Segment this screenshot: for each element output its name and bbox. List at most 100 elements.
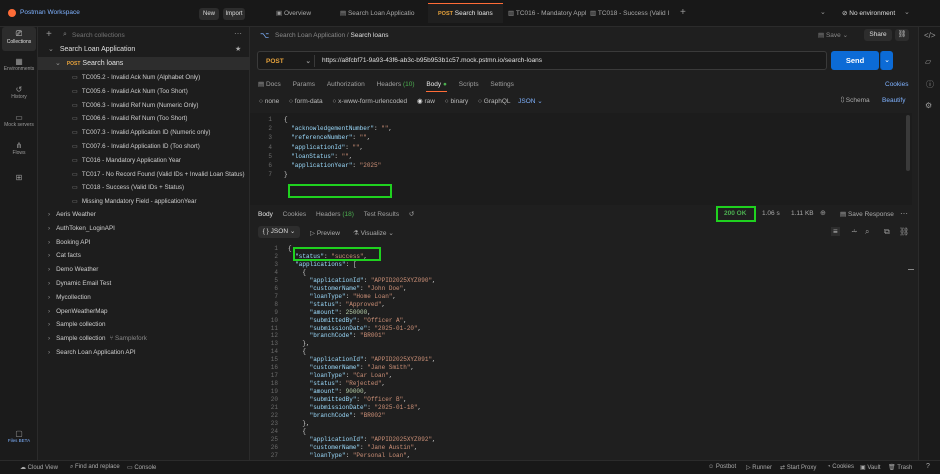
find-replace-button[interactable]: ⌕ Find and replace xyxy=(70,464,120,471)
rail-files[interactable]: ▢ Files BETA xyxy=(0,429,38,443)
add-collection-icon[interactable]: + xyxy=(46,29,52,40)
sidebar-collection[interactable]: › AuthToken_LoginAPI xyxy=(48,222,115,235)
filter-icon[interactable]: ⩪ xyxy=(851,227,858,236)
radio-none[interactable]: ○ none xyxy=(259,98,279,105)
trash-button[interactable]: 🗑 Trash xyxy=(888,464,912,471)
schema-toggle[interactable]: ⩇ Schema xyxy=(841,97,870,105)
sidebar-collection[interactable]: › Demo Weather xyxy=(48,263,98,276)
tab-tc018[interactable]: ▥ TC018 - Success (Valid I xyxy=(590,5,669,22)
help-icon[interactable]: ? xyxy=(926,463,930,470)
sidebar-collection[interactable]: › OpenWeatherMap xyxy=(48,305,107,318)
wrap-icon[interactable]: ≡ xyxy=(831,227,840,236)
sidebar-collection[interactable]: › Booking API xyxy=(48,236,90,249)
sidebar-request-item[interactable]: ▭ TC006.3 - Invalid Ref Num (Numeric Only… xyxy=(72,99,198,112)
radio-urlencoded[interactable]: ○ x-www-form-urlencoded xyxy=(332,98,407,105)
rail-history[interactable]: ↺ History xyxy=(0,85,38,100)
response-scrollbar[interactable] xyxy=(908,269,914,270)
link-icon[interactable]: ⛓ xyxy=(899,227,909,236)
tab-settings[interactable]: Settings xyxy=(490,81,514,88)
method-select[interactable]: POST ⌄ xyxy=(266,57,311,65)
tab-body[interactable]: Body ● xyxy=(426,81,447,92)
sidebar-collection[interactable]: › Search Loan Application API xyxy=(48,346,136,359)
rail-flows[interactable]: ⋔ Flows xyxy=(0,141,38,156)
console-button[interactable]: ▭ Console xyxy=(127,464,156,471)
chevron-down-icon[interactable]: ⌄ xyxy=(904,8,910,16)
rail-mock-servers[interactable]: ▭ Mock servers xyxy=(0,113,38,128)
info-icon[interactable]: ⓘ xyxy=(926,79,934,90)
response-body[interactable]: 1{2 "status": "success", 3 "applications"… xyxy=(250,243,910,460)
response-tab-body[interactable]: Body xyxy=(258,211,273,218)
tab-search-loans[interactable]: POST Search loans xyxy=(428,3,503,23)
save-button[interactable]: ▤ Save ⌄ xyxy=(818,31,848,39)
sidebar-collection[interactable]: › Mycollection xyxy=(48,291,91,304)
tab-docs[interactable]: ▤ Docs xyxy=(258,81,281,88)
sidebar-collection[interactable]: › Sample collection ⑂ Samplefork xyxy=(48,332,147,345)
radio-form-data[interactable]: ○ form-data xyxy=(289,98,323,105)
body-format-select[interactable]: JSON ⌄ xyxy=(518,98,543,105)
vault-button[interactable]: ▣ Vault xyxy=(860,464,881,471)
send-button[interactable]: Send xyxy=(831,51,879,70)
rail-collections[interactable]: ⎚ Collections xyxy=(2,27,36,51)
response-tab-headers[interactable]: Headers (18) xyxy=(316,211,354,218)
tab-headers[interactable]: Headers (10) xyxy=(377,81,415,88)
visualize-button[interactable]: ⚗ Visualize ⌄ xyxy=(353,229,394,237)
settings-icon[interactable]: ⚙ xyxy=(925,101,932,110)
search-icon[interactable]: ⌕ xyxy=(865,227,869,237)
breadcrumb-parent[interactable]: Search Loan Application xyxy=(275,32,345,39)
more-options-icon[interactable]: ⋯ xyxy=(900,209,908,218)
tab-params[interactable]: Params xyxy=(293,81,315,88)
star-icon[interactable]: ★ xyxy=(235,43,241,56)
workspace-name[interactable]: Postman Workspace xyxy=(20,9,80,16)
response-format-select[interactable]: { } JSON ⌄ xyxy=(258,226,300,238)
chevron-down-icon[interactable]: ⌄ xyxy=(820,8,826,16)
start-proxy-button[interactable]: ⇄ Start Proxy xyxy=(780,464,816,471)
sidebar-request-item[interactable]: ▭ TC016 - Mandatory Application Year xyxy=(72,154,181,167)
url-input[interactable]: https://a8fcbf71-9a93-43f6-ab3c-b95b953b… xyxy=(322,57,542,64)
new-button[interactable]: New xyxy=(199,8,219,20)
response-tab-cookies[interactable]: Cookies xyxy=(283,211,306,218)
tab-scripts[interactable]: Scripts xyxy=(459,81,479,88)
sidebar-collection[interactable]: › Cat facts xyxy=(48,249,81,262)
sidebar-collection[interactable]: › Dynamic Email Test xyxy=(48,277,111,290)
rail-configure[interactable]: ⊞ xyxy=(0,173,38,182)
sidebar-request-item[interactable]: ▭ TC007.3 - Invalid Application ID (Numer… xyxy=(72,126,210,139)
tab-authorization[interactable]: Authorization xyxy=(327,81,365,88)
send-options-button[interactable]: ⌄ xyxy=(880,51,893,70)
link-icon[interactable]: ⛓ xyxy=(895,29,909,41)
postbot-button[interactable]: ☺ Postbot xyxy=(708,464,736,470)
copy-icon[interactable]: ⧉ xyxy=(884,227,890,237)
environment-select[interactable]: ⊘ No environment xyxy=(842,9,895,17)
search-collections-input[interactable] xyxy=(72,29,192,41)
add-tab-icon[interactable]: + xyxy=(680,7,686,18)
share-button[interactable]: Share xyxy=(864,29,892,41)
sidebar-request-item[interactable]: ▭ TC005.6 - Invalid Ack Num (Too Short) xyxy=(72,85,188,98)
sidebar-request-item[interactable]: ▭ TC006.6 - Invalid Ref Num (Too Short) xyxy=(72,112,187,125)
sidebar-request-item[interactable]: ▭ Missing Mandatory Field - applicationYe… xyxy=(72,195,197,208)
radio-binary[interactable]: ○ binary xyxy=(445,98,468,105)
sidebar-request-item[interactable]: ▭ TC018 - Success (Valid IDs + Status) xyxy=(72,181,184,194)
sidebar-collection[interactable]: › Aeris Weather xyxy=(48,208,96,221)
history-icon[interactable]: ↺ xyxy=(409,211,414,218)
network-icon[interactable]: ⊕ xyxy=(820,209,826,217)
cloud-view-button[interactable]: ☁ Cloud View xyxy=(20,464,58,471)
beautify-button[interactable]: Beautify xyxy=(882,97,906,104)
cookies-link[interactable]: Cookies xyxy=(885,81,908,88)
rail-environments[interactable]: ▦ Environments xyxy=(0,57,38,72)
sidebar-collection[interactable]: › Sample collection xyxy=(48,318,105,331)
radio-graphql[interactable]: ○ GraphQL xyxy=(478,98,510,105)
cookies-button[interactable]: ◔ Cookies xyxy=(827,464,854,470)
request-search-loans[interactable]: ⌄ POST Search loans xyxy=(38,57,250,70)
sidebar-request-item[interactable]: ▭ TC007.6 - Invalid Application ID (Too s… xyxy=(72,140,200,153)
preview-button[interactable]: ▷ Preview xyxy=(310,229,340,237)
breadcrumb-current[interactable]: Search loans xyxy=(351,32,389,39)
collection-root[interactable]: ⌄ Search Loan Application ★ xyxy=(48,43,248,56)
comments-icon[interactable]: ▱ xyxy=(925,57,931,66)
tab-overview[interactable]: ▣ Overview xyxy=(276,5,311,22)
runner-button[interactable]: ▷ Runner xyxy=(746,464,772,471)
editor-scrollbar[interactable] xyxy=(906,115,910,171)
tab-tc016[interactable]: ▥ TC016 - Mandatory Appl xyxy=(508,5,586,22)
sidebar-request-item[interactable]: ▭ TC005.2 - Invalid Ack Num (Alphabet Onl… xyxy=(72,71,200,84)
response-tab-test-results[interactable]: Test Results xyxy=(364,211,399,218)
radio-raw[interactable]: ◉ raw xyxy=(417,98,435,105)
save-response-button[interactable]: ▤ Save Response xyxy=(840,210,894,218)
